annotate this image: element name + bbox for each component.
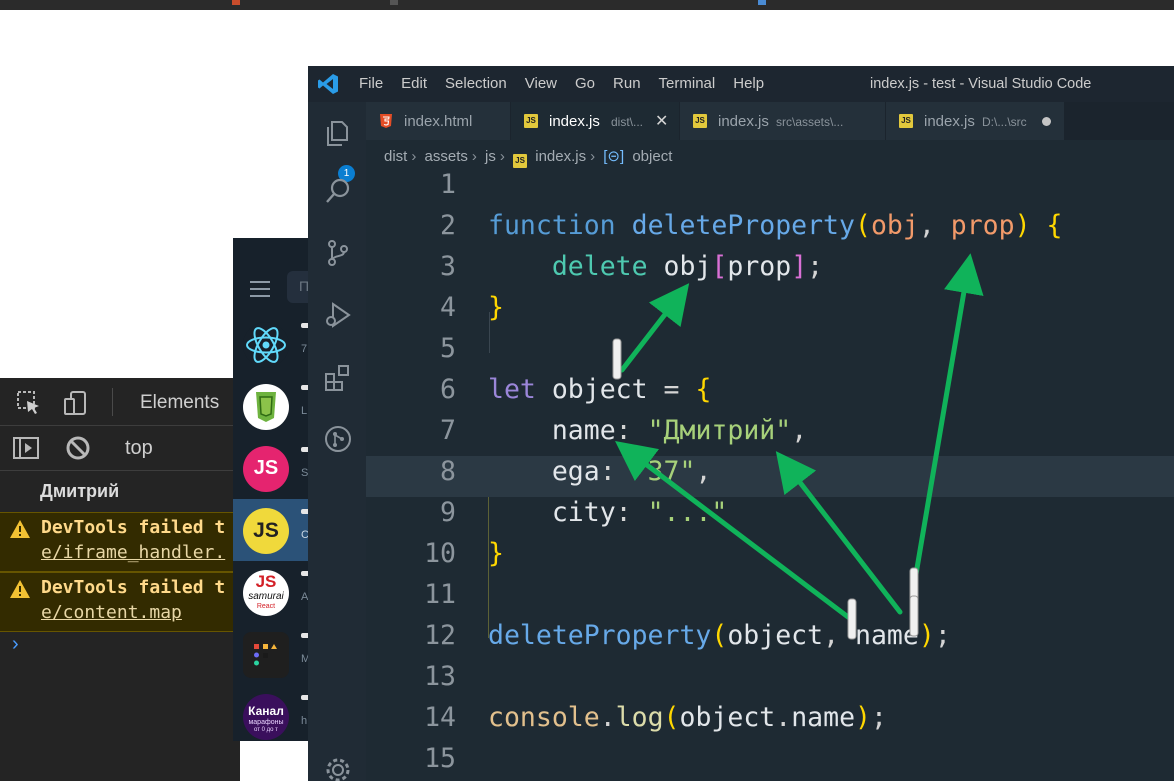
cursor-mark: [909, 595, 919, 637]
annotation-arrow: [619, 283, 690, 373]
annotation-arrow: [615, 440, 855, 623]
cursor-mark: [612, 338, 622, 380]
annotation-arrows: [612, 253, 984, 640]
annotation-arrow: [775, 451, 903, 615]
annotation-arrow: [912, 253, 984, 583]
cursor-mark: [847, 598, 857, 640]
